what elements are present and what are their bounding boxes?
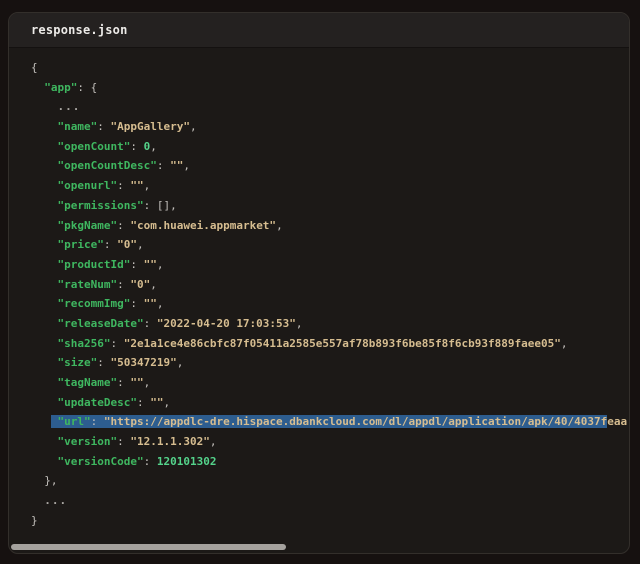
code-line: { bbox=[31, 58, 629, 78]
code-line: "productId": "", bbox=[31, 255, 629, 275]
code-line: "price": "0", bbox=[31, 235, 629, 255]
code-line-url-selected: "url": "https://appdlc-dre.hispace.dbank… bbox=[31, 412, 629, 432]
code-viewer-window: response.json { "app": { ... "name": "Ap… bbox=[8, 12, 630, 554]
code-line: "updateDesc": "", bbox=[31, 393, 629, 413]
selected-text bbox=[51, 415, 58, 428]
code-line: "permissions": [], bbox=[31, 196, 629, 216]
code-line: "openCount": 0, bbox=[31, 137, 629, 157]
window-titlebar: response.json bbox=[9, 13, 629, 48]
code-line: "recommImg": "", bbox=[31, 294, 629, 314]
code-line: "releaseDate": "2022-04-20 17:03:53", bbox=[31, 314, 629, 334]
code-line: "rateNum": "0", bbox=[31, 275, 629, 295]
code-line: ... bbox=[31, 97, 629, 117]
code-line: "openurl": "", bbox=[31, 176, 629, 196]
code-line: "openCountDesc": "", bbox=[31, 156, 629, 176]
horizontal-scrollbar-thumb[interactable] bbox=[11, 544, 286, 550]
code-line: "tagName": "", bbox=[31, 373, 629, 393]
code-line: }, bbox=[31, 471, 629, 491]
code-line: ... bbox=[31, 491, 629, 511]
code-line: } bbox=[31, 511, 629, 531]
file-title: response.json bbox=[31, 23, 128, 37]
code-line: "version": "12.1.1.302", bbox=[31, 432, 629, 452]
code-line: "pkgName": "com.huawei.appmarket", bbox=[31, 216, 629, 236]
selected-text: "https://appdlc-dre.hispace.dbankcloud.c… bbox=[104, 415, 607, 428]
code-line: "name": "AppGallery", bbox=[31, 117, 629, 137]
selected-text: "url" bbox=[58, 415, 91, 428]
code-line: "versionCode": 120101302 bbox=[31, 452, 629, 472]
code-line: "app": { bbox=[31, 78, 629, 98]
code-line: "sha256": "2e1a1ce4e86cbfc87f05411a2585e… bbox=[31, 334, 629, 354]
code-line: "size": "50347219", bbox=[31, 353, 629, 373]
selected-text: : bbox=[91, 415, 104, 428]
json-code-block[interactable]: { "app": { ... "name": "AppGallery", "op… bbox=[9, 49, 629, 539]
